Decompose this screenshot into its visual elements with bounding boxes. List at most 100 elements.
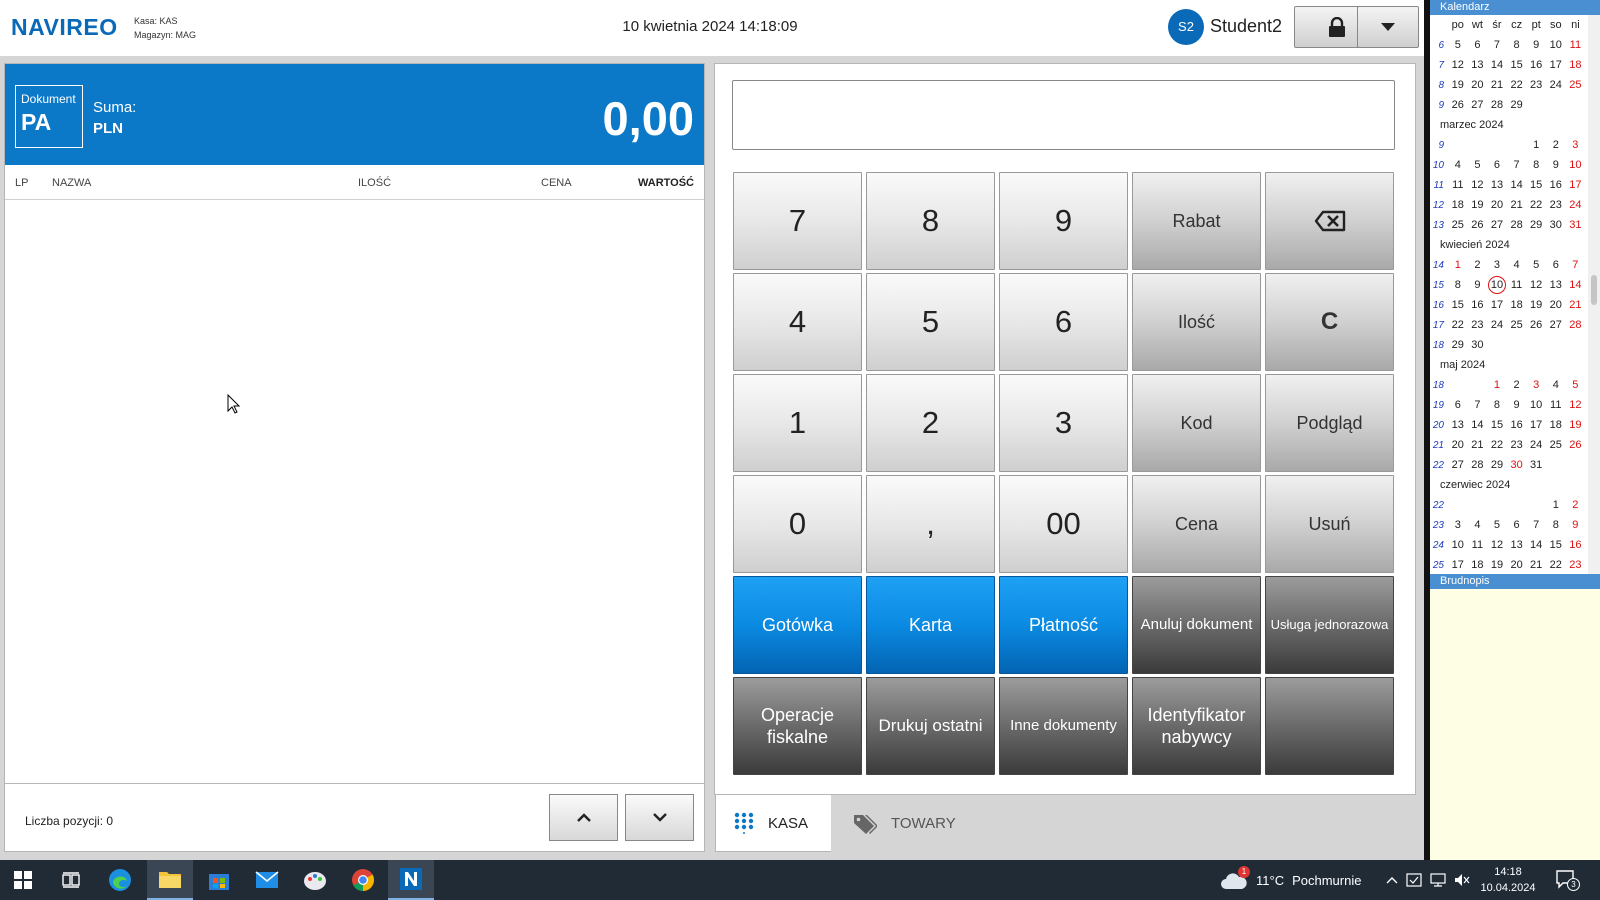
calendar-day[interactable]: 5 [1468,159,1488,171]
user-avatar[interactable]: S2 [1168,9,1204,45]
security-icon[interactable] [1406,872,1422,888]
calendar-day[interactable]: 6 [1507,519,1527,531]
calendar-scrollbar[interactable] [1588,15,1600,574]
calendar-day[interactable]: 10 [1566,159,1586,171]
calendar-day[interactable]: 2 [1566,499,1586,511]
karta-button[interactable]: Karta [866,576,995,674]
calendar-day[interactable]: 18 [1448,199,1468,211]
calendar-day[interactable]: 17 [1566,179,1586,191]
start-button[interactable] [0,860,46,900]
calendar-day[interactable]: 22 [1526,199,1546,211]
calendar-day[interactable]: 21 [1566,299,1586,311]
calendar-day[interactable]: 14 [1507,179,1527,191]
key-8[interactable]: 8 [866,172,995,270]
calendar-day[interactable]: 6 [1546,259,1566,271]
calendar-day[interactable]: 24 [1546,79,1566,91]
calendar-day[interactable]: 17 [1487,299,1507,311]
calendar-day[interactable]: 13 [1448,419,1468,431]
key-6[interactable]: 6 [999,273,1128,371]
key-7[interactable]: 7 [733,172,862,270]
scroll-down-button[interactable] [625,794,694,841]
calendar-day[interactable]: 23 [1526,79,1546,91]
platnosc-button[interactable]: Płatność [999,576,1128,674]
weather-widget[interactable]: 1 11°C Pochmurnie [1220,860,1361,900]
taskbar-store[interactable] [196,860,242,900]
calendar-day[interactable]: 31 [1566,219,1586,231]
calendar-day[interactable]: 15 [1448,299,1468,311]
tab-towary[interactable]: TOWARY [831,795,981,852]
calendar-day[interactable]: 4 [1468,519,1488,531]
calendar-day[interactable]: 7 [1487,39,1507,51]
calendar-day[interactable]: 14 [1487,59,1507,71]
items-list[interactable] [5,200,704,783]
calendar-day[interactable]: 28 [1507,219,1527,231]
calendar-day[interactable]: 1 [1487,379,1507,391]
calendar-day[interactable]: 19 [1526,299,1546,311]
calendar-day[interactable]: 12 [1566,399,1586,411]
calendar-day[interactable]: 17 [1546,59,1566,71]
calendar-day[interactable]: 18 [1546,419,1566,431]
calendar-day[interactable]: 7 [1507,159,1527,171]
calendar-day[interactable]: 16 [1507,419,1527,431]
backspace-button[interactable] [1265,172,1394,270]
calendar-day[interactable]: 12 [1487,539,1507,551]
calendar-day[interactable]: 19 [1487,559,1507,571]
calendar-day[interactable]: 18 [1468,559,1488,571]
key-1[interactable]: 1 [733,374,862,472]
calendar-day[interactable]: 24 [1566,199,1586,211]
calendar-day[interactable]: 4 [1507,259,1527,271]
calendar-day[interactable]: 22 [1507,79,1527,91]
calendar-day[interactable]: 21 [1487,79,1507,91]
calendar-day[interactable]: 25 [1448,219,1468,231]
calendar-day[interactable]: 7 [1468,399,1488,411]
column-price[interactable]: CENA [541,177,572,189]
key-comma[interactable]: , [866,475,995,573]
calendar-day[interactable]: 27 [1468,99,1488,111]
calendar-day[interactable]: 16 [1526,59,1546,71]
calendar-day[interactable]: 5 [1566,379,1586,391]
calendar-day[interactable]: 20 [1546,299,1566,311]
calendar-day[interactable]: 20 [1448,439,1468,451]
rabat-button[interactable]: Rabat [1132,172,1261,270]
calendar-day[interactable]: 16 [1546,179,1566,191]
calendar-day[interactable]: 20 [1468,79,1488,91]
calendar-day[interactable]: 10 [1546,39,1566,51]
scroll-up-button[interactable] [549,794,618,841]
calendar-day[interactable]: 17 [1526,419,1546,431]
calendar-day[interactable]: 4 [1448,159,1468,171]
calendar-day[interactable]: 14 [1566,279,1586,291]
taskbar-navireo[interactable] [388,860,434,900]
calendar-day[interactable]: 28 [1566,319,1586,331]
calendar-day[interactable]: 7 [1566,259,1586,271]
calendar-day[interactable]: 26 [1566,439,1586,451]
calendar-day[interactable]: 15 [1546,539,1566,551]
column-qty[interactable]: ILOŚĆ [358,177,391,189]
column-name[interactable]: NAZWA [52,177,91,189]
calendar-day[interactable]: 6 [1448,399,1468,411]
notification-center[interactable]: 3 [1555,868,1580,894]
calendar-day[interactable]: 6 [1468,39,1488,51]
key-00[interactable]: 00 [999,475,1128,573]
calendar-day[interactable]: 30 [1468,339,1488,351]
calendar-day[interactable]: 13 [1487,179,1507,191]
gotowka-button[interactable]: Gotówka [733,576,862,674]
calendar-day[interactable]: 17 [1448,559,1468,571]
calendar-day[interactable]: 20 [1507,559,1527,571]
calendar-day[interactable]: 9 [1507,399,1527,411]
calendar-day[interactable]: 2 [1468,259,1488,271]
calendar-day[interactable]: 19 [1566,419,1586,431]
calendar-day[interactable]: 22 [1487,439,1507,451]
calendar-day[interactable]: 29 [1487,459,1507,471]
calendar-day[interactable]: 1 [1448,259,1468,271]
key-5[interactable]: 5 [866,273,995,371]
calendar-day[interactable]: 11 [1448,179,1468,191]
taskbar-edge[interactable] [97,860,143,900]
calendar-day[interactable]: 12 [1468,179,1488,191]
calendar-day[interactable]: 26 [1526,319,1546,331]
calendar-day[interactable]: 9 [1546,159,1566,171]
calendar-day[interactable]: 8 [1526,159,1546,171]
calendar-day[interactable]: 3 [1526,379,1546,391]
calendar-day[interactable]: 1 [1526,139,1546,151]
calendar-day[interactable]: 13 [1546,279,1566,291]
network-icon[interactable] [1430,872,1446,888]
